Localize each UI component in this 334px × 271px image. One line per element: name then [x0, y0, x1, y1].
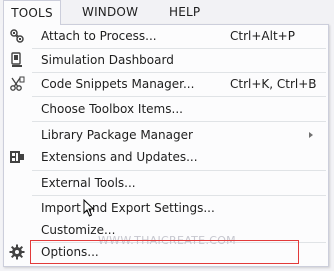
- menu-tools[interactable]: TOOLS: [3, 0, 61, 25]
- menu-separator: [32, 121, 326, 122]
- code-snippets-icon: [9, 76, 25, 92]
- menu-item-label: Import and Export Settings...: [41, 201, 215, 215]
- menu-item-simulation-dashboard[interactable]: Simulation Dashboard: [4, 49, 328, 71]
- menu-item-code-snippets-manager[interactable]: Code Snippets Manager... Ctrl+K, Ctrl+B: [4, 73, 328, 95]
- menu-item-label: External Tools...: [41, 176, 136, 190]
- menu-separator: [32, 96, 326, 97]
- menu-help[interactable]: HELP: [169, 0, 200, 24]
- menu-item-label: Library Package Manager: [41, 128, 193, 142]
- menu-item-library-package-manager[interactable]: Library Package Manager: [4, 124, 328, 146]
- menu-separator: [32, 170, 326, 171]
- menu-item-external-tools[interactable]: External Tools...: [4, 172, 328, 194]
- menu-item-label: Choose Toolbox Items...: [41, 102, 183, 116]
- menu-item-label: Simulation Dashboard: [41, 53, 174, 67]
- menu-item-extensions-and-updates[interactable]: Extensions and Updates...: [4, 146, 328, 168]
- menu-item-label: Attach to Process...: [41, 29, 157, 43]
- menu-item-label: Code Snippets Manager...: [41, 77, 195, 91]
- menu-item-shortcut: Ctrl+Alt+P: [230, 29, 295, 43]
- extensions-icon: [9, 149, 25, 165]
- attach-process-icon: [9, 28, 25, 44]
- mouse-cursor-icon: [83, 199, 95, 217]
- menu-item-label: Extensions and Updates...: [41, 150, 198, 164]
- submenu-arrow-icon: [309, 132, 313, 138]
- menu-bar: TOOLS WINDOW HELP: [0, 0, 334, 25]
- menu-item-attach-to-process[interactable]: Attach to Process... Ctrl+Alt+P: [4, 25, 328, 47]
- menu-item-label: Options...: [41, 245, 99, 259]
- menu-item-choose-toolbox-items[interactable]: Choose Toolbox Items...: [4, 98, 328, 120]
- tools-dropdown-menu: Attach to Process... Ctrl+Alt+P Simulati…: [3, 24, 329, 267]
- menu-separator: [32, 195, 326, 196]
- simulation-dashboard-icon: [9, 52, 25, 68]
- menu-item-shortcut: Ctrl+K, Ctrl+B: [230, 77, 317, 91]
- watermark: WWW.THAICREATE.COM: [98, 234, 236, 247]
- menu-item-import-export-settings[interactable]: Import and Export Settings...: [4, 197, 328, 219]
- menu-window[interactable]: WINDOW: [82, 0, 138, 24]
- gear-icon: [9, 244, 25, 260]
